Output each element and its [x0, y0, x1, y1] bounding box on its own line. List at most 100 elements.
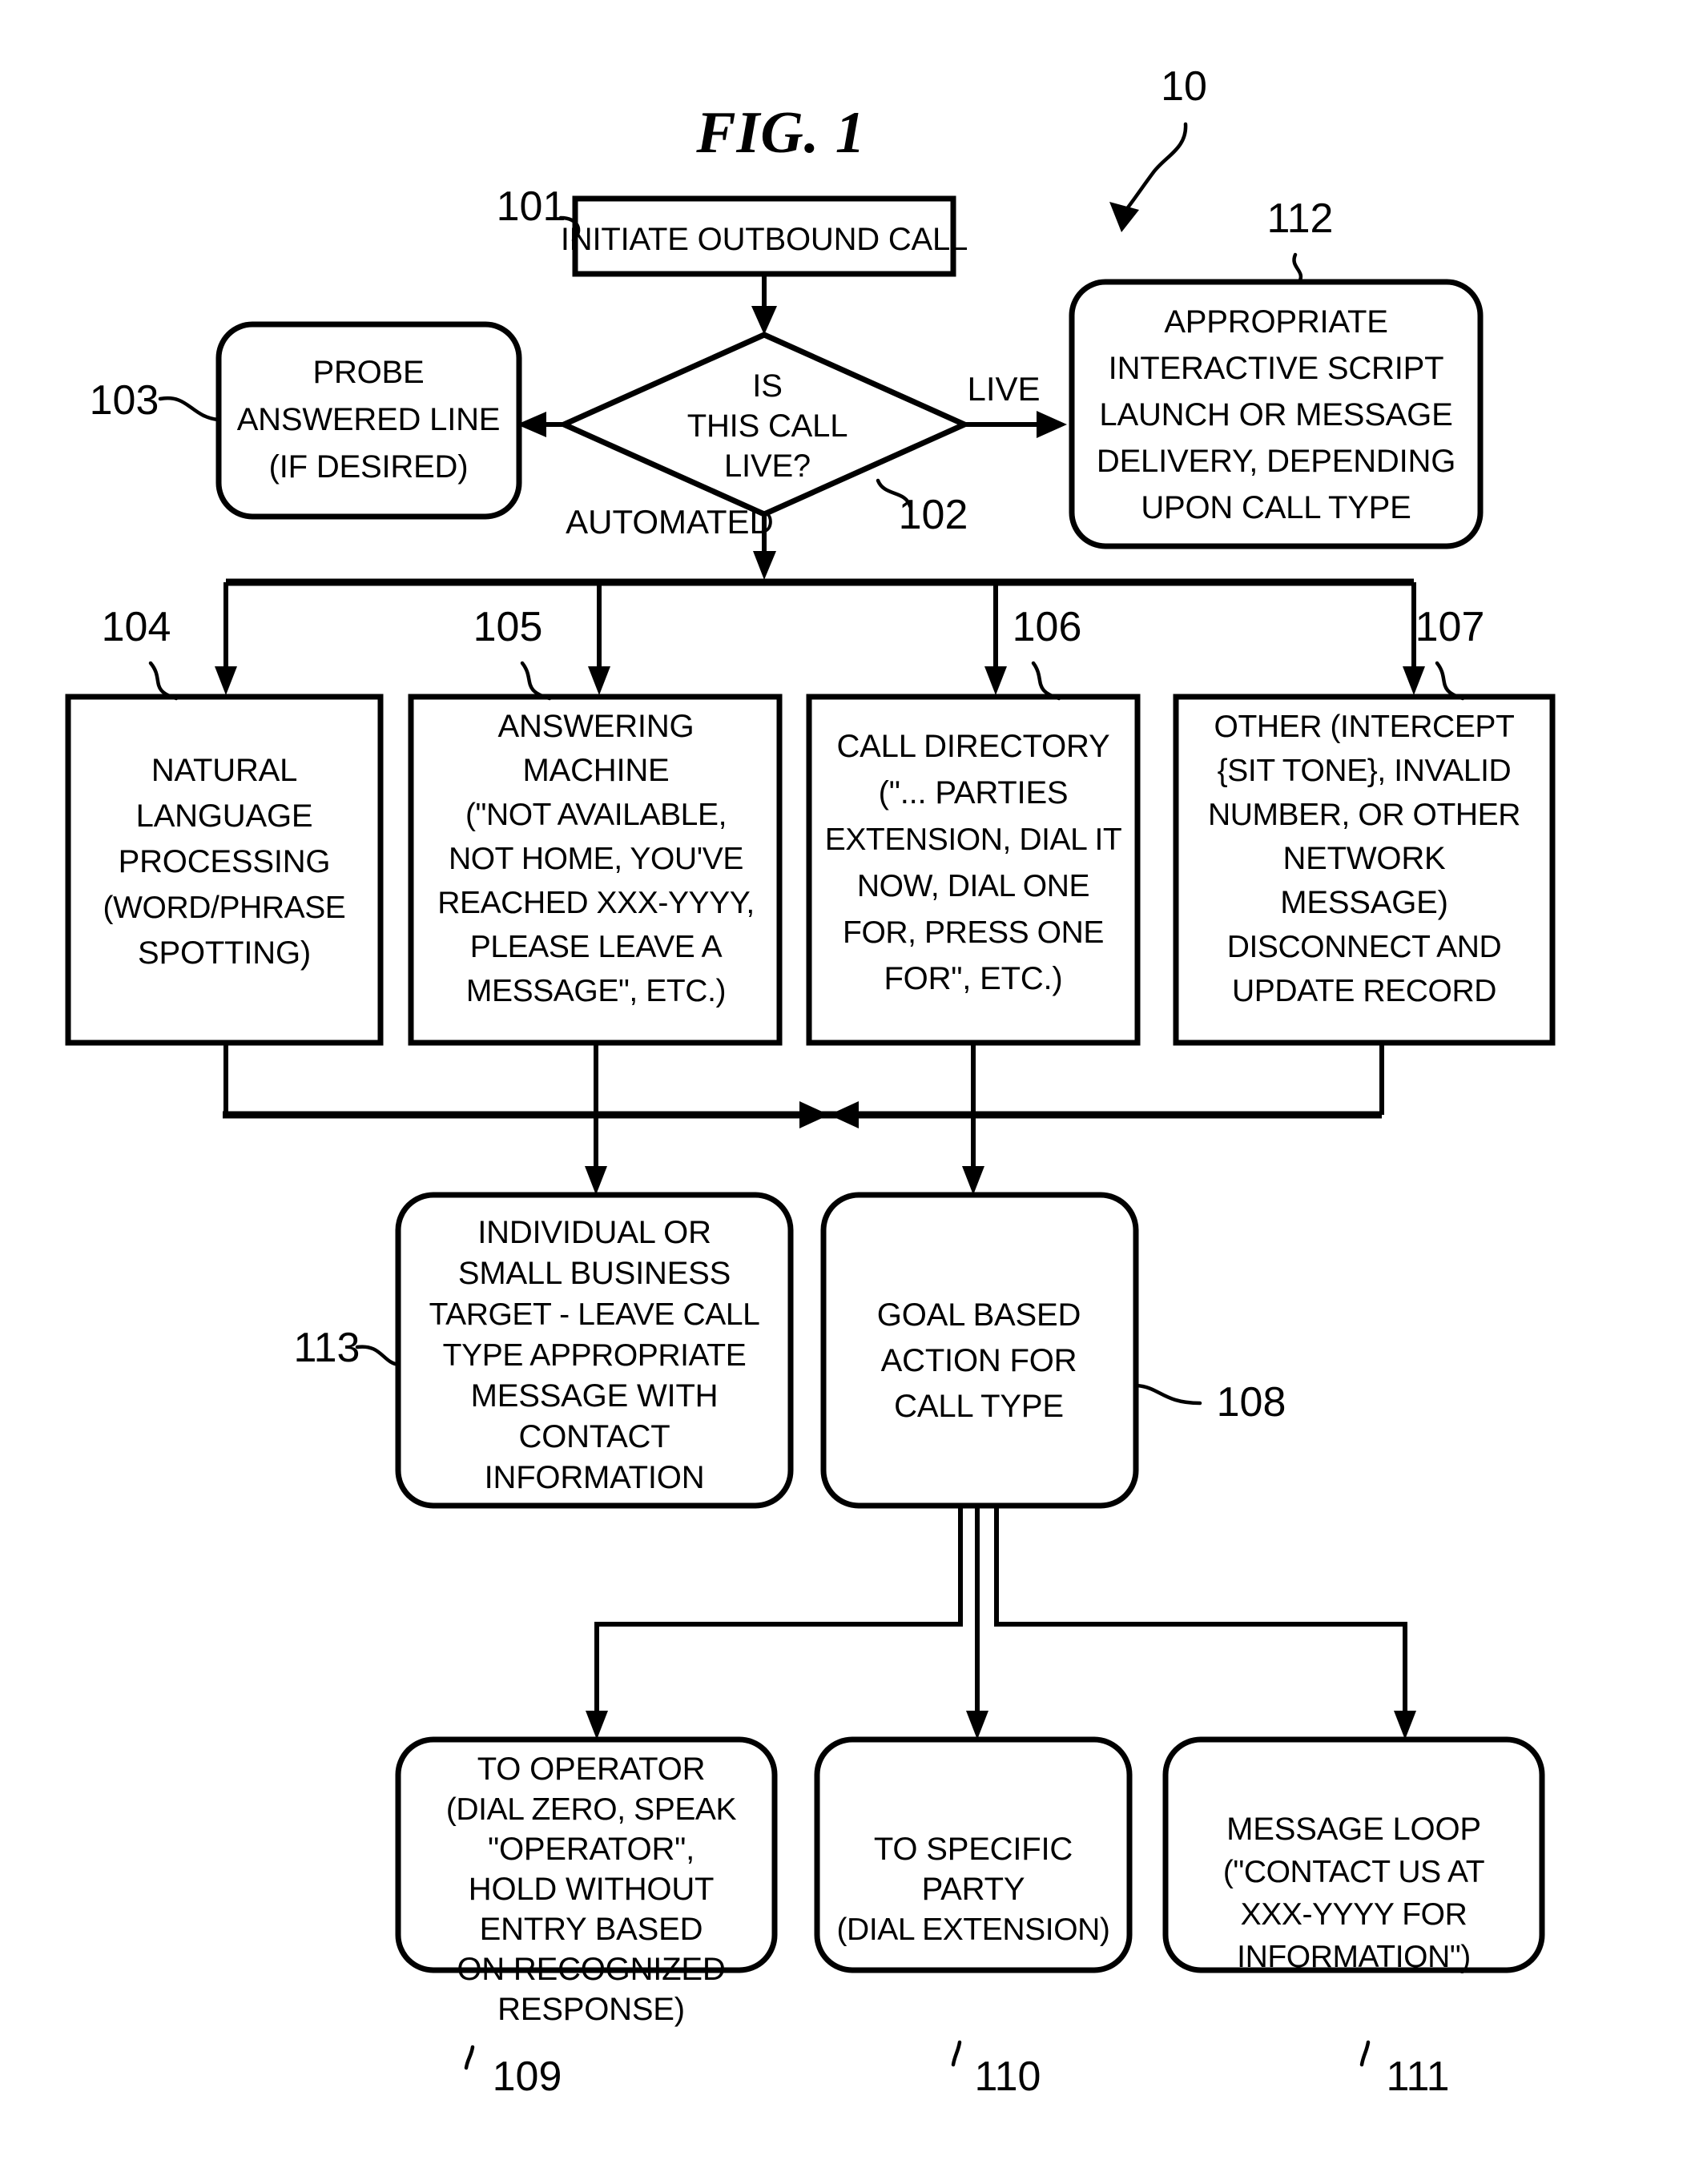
bus-stem-106-arrowhead — [984, 666, 1007, 695]
node-104-line-0: NATURAL — [151, 753, 297, 788]
node-110-line-2: (DIAL EXTENSION) — [836, 1913, 1109, 1947]
node-108-line-1: ACTION FOR — [881, 1343, 1077, 1378]
node-105-line-5: PLEASE LEAVE A — [470, 930, 723, 964]
node-111-line-1: ("CONTACT US AT — [1223, 1855, 1484, 1889]
node-112-line-1: INTERACTIVE SCRIPT — [1109, 351, 1444, 386]
merge-bus-arrowhead-left — [799, 1101, 829, 1128]
node-104-line-3: (WORD/PHRASE — [103, 891, 346, 925]
node-105-line-6: MESSAGE", ETC.) — [466, 974, 726, 1008]
node-104-line-2: PROCESSING — [119, 844, 331, 879]
edge-101-to-102-arrowhead — [751, 306, 777, 335]
node-103-line-2: (IF DESIRED) — [269, 449, 469, 485]
ref-number-106: 106 — [1013, 604, 1082, 650]
node-112-line-2: LAUNCH OR MESSAGE — [1099, 397, 1452, 432]
node-109-line-3: HOLD WITHOUT — [469, 1872, 714, 1907]
node-107-line-0: OTHER (INTERCEPT — [1214, 710, 1515, 744]
node-105-line-3: NOT HOME, YOU'VE — [449, 842, 743, 876]
ref-number-111: 111 — [1386, 2053, 1449, 2100]
edge-102-to-bus-arrowhead — [753, 551, 776, 580]
ref-number-110: 110 — [975, 2053, 1041, 2100]
ref-number-101: 101 — [497, 183, 566, 230]
node-107-line-3: NETWORK — [1282, 841, 1446, 876]
ref-112-leader-line — [1292, 252, 1303, 284]
node-104-line-1: LANGUAGE — [136, 798, 313, 834]
node-106-line-5: FOR", ETC.) — [884, 961, 1062, 996]
node-113-line-4: MESSAGE WITH — [471, 1378, 719, 1414]
ref-111-leader-line — [1359, 2040, 1371, 2067]
node-113-line-5: CONTACT — [519, 1419, 670, 1454]
node-102-line-1: THIS CALL — [687, 408, 848, 444]
ref-110-leader-line — [951, 2040, 962, 2067]
node-113-line-3: TYPE APPROPRIATE — [443, 1338, 747, 1373]
node-104-line-4: SPOTTING) — [138, 935, 311, 971]
edge-label-live: LIVE — [967, 370, 1040, 408]
ref-109-leader-line — [464, 2045, 475, 2070]
node-109-line-5: ON RECOGNIZED — [457, 1952, 725, 1987]
node-106-line-2: EXTENSION, DIAL IT — [825, 823, 1122, 857]
node-106-line-4: FOR, PRESS ONE — [843, 915, 1104, 950]
ref-number-105: 105 — [473, 604, 543, 650]
node-113-line-2: TARGET - LEAVE CALL — [429, 1297, 760, 1332]
node-112-line-4: UPON CALL TYPE — [1141, 490, 1411, 525]
node-110-line-0: TO SPECIFIC — [874, 1832, 1073, 1867]
edge-108-to-109-arrowhead — [586, 1711, 608, 1740]
system-ref-arrowhead — [1109, 202, 1139, 232]
node-107-line-5: DISCONNECT AND — [1227, 930, 1502, 964]
ref-number-108: 108 — [1217, 1379, 1286, 1426]
edge-108-to-109 — [594, 1506, 963, 1720]
edge-106-to-108-arrowhead — [962, 1166, 984, 1195]
node-111-line-2: XXX-YYYY FOR — [1241, 1897, 1468, 1932]
node-109-line-0: TO OPERATOR — [477, 1752, 706, 1787]
merge-bus-arrowhead-right — [829, 1101, 859, 1128]
node-106-line-1: ("... PARTIES — [879, 775, 1069, 810]
node-105-line-2: ("NOT AVAILABLE, — [465, 798, 727, 832]
node-106-line-3: NOW, DIAL ONE — [857, 869, 1089, 903]
node-109-line-4: ENTRY BASED — [480, 1912, 703, 1947]
edge-105-to-113-arrowhead — [585, 1166, 607, 1195]
system-ref-leader-line — [1117, 122, 1188, 220]
ref-106-leader-line — [1031, 661, 1061, 701]
node-113-line-0: INDIVIDUAL OR — [477, 1215, 711, 1250]
ref-113-leader-line — [355, 1345, 401, 1367]
ref-105-leader-line — [520, 661, 552, 701]
node-102-line-0: IS — [752, 368, 782, 404]
ref-number-107: 107 — [1415, 604, 1485, 650]
node-113-line-1: SMALL BUSINESS — [458, 1256, 731, 1291]
node-103-line-1: ANSWERED LINE — [237, 402, 501, 437]
ref-108-leader-line — [1134, 1383, 1202, 1406]
node-111-line-0: MESSAGE LOOP — [1226, 1812, 1481, 1847]
node-109-line-1: (DIAL ZERO, SPEAK — [446, 1792, 737, 1827]
flowchart-figure: FIG. 1 10 INITIATE OUTBOUND CALL 101 IS … — [65, 63, 1556, 2100]
node-107-line-6: UPDATE RECORD — [1232, 974, 1496, 1008]
ref-number-104: 104 — [102, 604, 171, 650]
node-112-line-0: APPROPRIATE — [1164, 304, 1387, 340]
node-101-line-0: INITIATE OUTBOUND CALL — [561, 222, 968, 257]
edge-108-to-111 — [994, 1506, 1407, 1720]
edge-108-to-110-arrowhead — [966, 1711, 988, 1740]
ref-number-113: 113 — [294, 1325, 360, 1371]
figure-title: FIG. 1 — [695, 100, 866, 166]
bus-stem-104-arrowhead — [215, 666, 237, 695]
ref-103-leader-line — [158, 396, 220, 422]
ref-104-leader-line — [148, 661, 179, 701]
node-108-line-0: GOAL BASED — [877, 1297, 1081, 1333]
node-108-line-2: CALL TYPE — [894, 1389, 1064, 1424]
node-112-line-3: DELIVERY, DEPENDING — [1097, 444, 1455, 479]
node-105-line-4: REACHED XXX-YYYY, — [437, 886, 755, 920]
bus-stem-105-arrowhead — [588, 666, 610, 695]
ref-number-109: 109 — [493, 2053, 562, 2100]
bus-stem-107-arrowhead — [1403, 666, 1425, 695]
node-107-line-2: NUMBER, OR OTHER — [1208, 798, 1520, 832]
node-107-line-4: MESSAGE) — [1280, 885, 1448, 920]
ref-number-10: 10 — [1161, 63, 1207, 110]
node-109-line-6: RESPONSE) — [497, 1992, 685, 2027]
ref-number-102: 102 — [899, 492, 968, 538]
ref-number-112: 112 — [1267, 195, 1334, 242]
node-111-line-3: INFORMATION") — [1237, 1940, 1471, 1974]
node-103-line-0: PROBE — [312, 355, 424, 390]
node-105-line-0: ANSWERING — [498, 709, 695, 744]
node-106-line-0: CALL DIRECTORY — [836, 729, 1109, 764]
patent-figure-page: FIG. 1 10 INITIATE OUTBOUND CALL 101 IS … — [0, 0, 1695, 2184]
node-110-line-1: PARTY — [922, 1872, 1025, 1907]
node-109-line-2: "OPERATOR", — [488, 1832, 695, 1867]
